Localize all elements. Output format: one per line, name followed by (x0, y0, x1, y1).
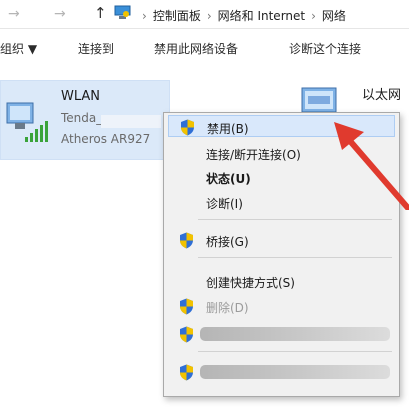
menu-item-blurred-2[interactable] (168, 361, 395, 383)
uac-shield-icon (180, 232, 193, 249)
menu-item-blurred-1[interactable] (168, 323, 395, 345)
menu-label: 诊断(I) (206, 197, 243, 211)
wireless-adapter-icon (6, 102, 48, 142)
menu-label: 连接/断开连接(O) (206, 148, 301, 162)
wlan-name: WLAN (61, 89, 101, 104)
forward-icon[interactable]: → (54, 6, 66, 22)
disable-device-button[interactable]: 禁用此网络设备 (154, 40, 238, 57)
control-panel-icon (114, 5, 131, 19)
breadcrumb-network-internet[interactable]: 网络和 Internet (218, 9, 305, 23)
red-pointer-arrow (334, 122, 409, 210)
menu-label: 创建快捷方式(S) (206, 276, 295, 290)
address-bar: → → ↑ › 控制面板 › 网络和 Internet › 网络 (0, 0, 409, 29)
wlan-ssid: Tenda_ (61, 111, 103, 125)
menu-label: 删除(D) (206, 301, 249, 315)
redacted-ssid (101, 115, 161, 128)
command-bar: 组织 ▼ 连接到 禁用此网络设备 诊断这个连接 (0, 36, 409, 62)
wlan-adapter-name: Atheros AR927 (61, 132, 151, 146)
menu-separator (198, 219, 392, 220)
menu-item-create-shortcut[interactable]: 创建快捷方式(S) (168, 270, 395, 292)
organize-button[interactable]: 组织 ▼ (0, 40, 37, 57)
menu-separator (198, 351, 392, 352)
connect-to-button[interactable]: 连接到 (78, 40, 114, 57)
menu-item-bridge[interactable]: 桥接(G) (168, 229, 395, 251)
uac-shield-icon (180, 326, 193, 343)
breadcrumb-control-panel[interactable]: 控制面板 (153, 9, 201, 23)
ethernet-name[interactable]: 以太网 (362, 84, 401, 103)
diagnose-button[interactable]: 诊断这个连接 (289, 40, 361, 57)
menu-label: 状态(U) (206, 172, 251, 186)
menu-separator (198, 257, 392, 258)
blurred-label (200, 365, 390, 379)
blurred-label (200, 327, 390, 341)
menu-item-delete: 删除(D) (168, 295, 395, 317)
up-icon[interactable]: ↑ (94, 4, 107, 22)
menu-label: 禁用(B) (207, 122, 249, 136)
menu-label: 桥接(G) (206, 235, 249, 249)
uac-shield-icon (180, 298, 193, 315)
back-icon[interactable]: → (8, 6, 20, 22)
uac-shield-icon (181, 119, 194, 136)
wlan-connection-item[interactable]: WLAN Tenda_ Atheros AR927 (0, 80, 170, 160)
breadcrumb-network-connections[interactable]: 网络 (322, 9, 346, 23)
uac-shield-icon (180, 364, 193, 381)
breadcrumb: › 控制面板 › 网络和 Internet › 网络 (142, 9, 346, 23)
